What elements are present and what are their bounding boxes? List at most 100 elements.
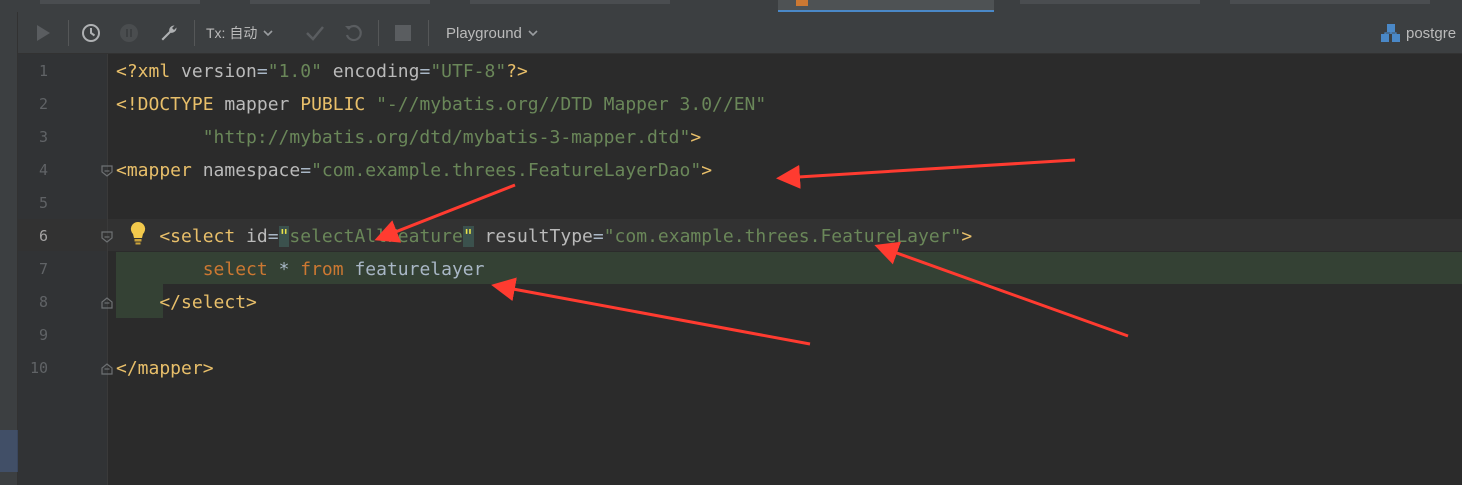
code-token: id (246, 226, 268, 247)
code-token: "1.0" (267, 61, 322, 82)
code-line[interactable]: 10 </mapper> (18, 352, 1462, 385)
code-token: resultType (473, 226, 593, 247)
code-token: "com.example.threes.FeatureLayerDao" (311, 160, 702, 181)
code-line[interactable]: 5 (18, 187, 1462, 220)
file-type-icon (796, 0, 808, 6)
code-token: * (278, 259, 301, 280)
datasource-icon (1381, 24, 1400, 42)
code-token: "UTF-8" (430, 61, 507, 82)
stop-button[interactable] (390, 12, 416, 54)
code-token: > (701, 160, 713, 181)
run-button[interactable] (30, 12, 56, 54)
line-number: 3 (38, 128, 48, 146)
editor-tab[interactable] (1230, 0, 1430, 4)
code-text: "http://mybatis.org/dtd/mybatis-3-mapper… (116, 121, 702, 154)
history-icon (82, 24, 100, 42)
code-token: "http://mybatis.org/dtd/mybatis-3-mapper… (116, 127, 691, 148)
code-token: <!DOCTYPE (116, 94, 225, 115)
code-token: = (419, 61, 431, 82)
code-token: <mapper (116, 160, 203, 181)
code-token: namespace (202, 160, 301, 181)
commit-button[interactable] (302, 12, 328, 54)
code-token: PUBLIC (300, 94, 377, 115)
code-token: = (592, 226, 604, 247)
rollback-button[interactable] (340, 12, 366, 54)
code-token: "-//mybatis.org//DTD Mapper 3.0//EN" (376, 94, 767, 115)
code-token: ?> (506, 61, 528, 82)
transaction-mode-dropdown[interactable]: Tx: 自动 (206, 12, 292, 54)
code-text: </mapper> (116, 352, 214, 385)
left-tool-strip (0, 12, 18, 485)
intention-action-button[interactable] (128, 220, 148, 246)
code-token: encoding (321, 61, 420, 82)
code-line[interactable]: 3 "http://mybatis.org/dtd/mybatis-3-mapp… (18, 121, 1462, 154)
tool-window-button[interactable] (0, 430, 18, 472)
code-token: version (181, 61, 257, 82)
editor-tab[interactable] (40, 0, 200, 4)
code-token: <?xml (116, 61, 182, 82)
line-number: 7 (38, 260, 48, 278)
code-token: = (256, 61, 268, 82)
code-line[interactable]: 6 <select id="selectAllFeature" resultTy… (18, 220, 1462, 253)
fold-icon[interactable] (101, 165, 113, 177)
code-line[interactable]: 9 (18, 319, 1462, 352)
wrench-icon (161, 25, 177, 41)
code-token: mapper (224, 94, 301, 115)
cancel-button[interactable] (116, 12, 142, 54)
active-editor-tab[interactable] (778, 0, 994, 12)
settings-button[interactable] (156, 12, 182, 54)
fold-icon[interactable] (101, 363, 113, 375)
datasource-selector[interactable]: postgre (1380, 12, 1462, 54)
playground-dropdown[interactable]: Playground (446, 12, 556, 54)
check-icon (306, 26, 324, 41)
lightbulb-icon (130, 221, 146, 245)
cancel-icon (120, 24, 138, 42)
editor-tab[interactable] (250, 0, 430, 4)
fold-icon[interactable] (101, 297, 113, 309)
code-editor[interactable]: 1 <?xml version="1.0" encoding="UTF-8"?> 2… (18, 54, 1462, 485)
code-text: select * from featurelayer (116, 253, 485, 286)
editor-tab[interactable] (1020, 0, 1200, 4)
code-line[interactable]: 1 <?xml version="1.0" encoding="UTF-8"?> (18, 55, 1462, 88)
code-token: > (690, 127, 702, 148)
line-number: 2 (38, 95, 48, 113)
code-text: <!DOCTYPE mapper PUBLIC "-//mybatis.org/… (116, 88, 766, 121)
code-token: > (961, 226, 973, 247)
code-token: " (462, 226, 474, 247)
code-text: <select id="selectAllFeature" resultType… (116, 220, 972, 253)
code-token: </select> (116, 292, 257, 313)
chevron-down-icon (528, 30, 538, 37)
query-toolbar: Tx: 自动 Playground postgre (18, 12, 1462, 54)
line-number: 5 (38, 194, 48, 212)
run-icon (37, 25, 50, 41)
playground-label: Playground (446, 24, 522, 42)
code-token: "com.example.threes.FeatureLayer" (603, 226, 962, 247)
code-text: <mapper namespace="com.example.threes.Fe… (116, 154, 712, 187)
history-button[interactable] (78, 12, 104, 54)
line-number: 6 (38, 227, 48, 245)
code-token: selectAllFeature (289, 226, 463, 247)
code-token: </mapper> (116, 358, 214, 379)
code-token: = (300, 160, 312, 181)
editor-tab[interactable] (470, 0, 670, 4)
code-token: featurelayer (354, 259, 485, 280)
code-token: " (278, 226, 290, 247)
line-number: 8 (38, 293, 48, 311)
rollback-icon (345, 24, 362, 42)
line-number: 4 (38, 161, 48, 179)
code-line[interactable]: 2 <!DOCTYPE mapper PUBLIC "-//mybatis.org… (18, 88, 1462, 121)
code-token: from (300, 259, 355, 280)
code-line[interactable]: 4 <mapper namespace="com.example.threes.F… (18, 154, 1462, 187)
code-token: = (267, 226, 279, 247)
chevron-down-icon (263, 30, 273, 37)
code-line[interactable]: 8 </select> (18, 286, 1462, 319)
datasource-label: postgre (1406, 24, 1457, 42)
transaction-mode-label: Tx: 自动 (206, 25, 258, 41)
code-token: select (116, 259, 279, 280)
fold-icon[interactable] (101, 231, 113, 243)
window-tab-strip (0, 0, 1462, 12)
code-line[interactable]: 7 select * from featurelayer (18, 253, 1462, 286)
stop-icon (395, 25, 411, 41)
line-number: 9 (38, 326, 48, 344)
code-text: </select> (116, 286, 257, 319)
